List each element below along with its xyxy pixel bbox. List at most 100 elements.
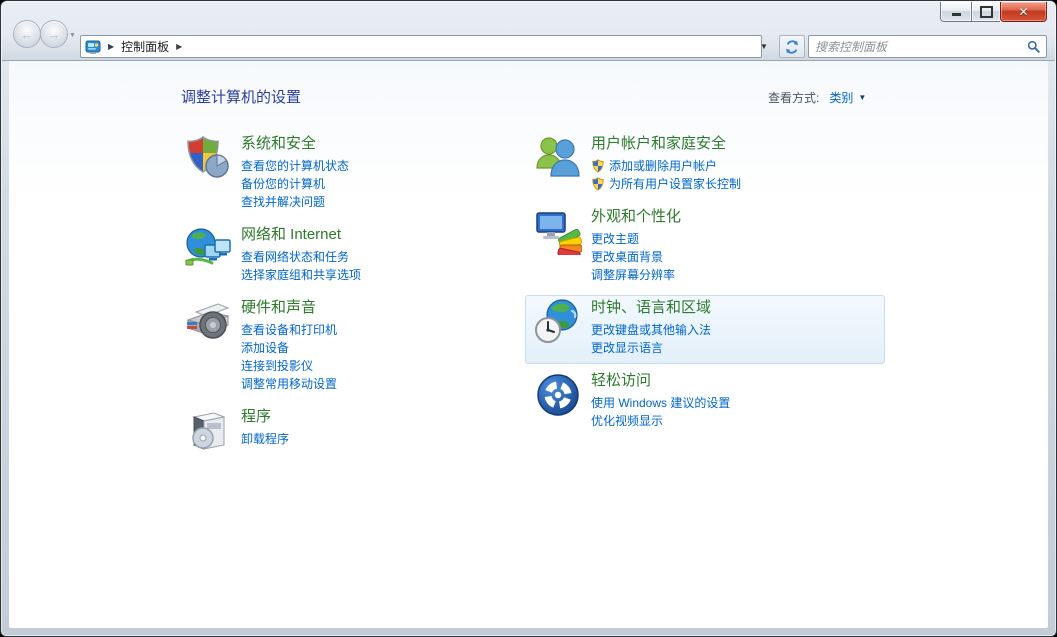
search-input[interactable] — [809, 38, 1027, 55]
list-item: 连接到投影仪 — [241, 357, 337, 375]
task-link[interactable]: 调整常用移动设置 — [241, 375, 337, 393]
forward-button[interactable]: → — [40, 20, 68, 48]
task-link[interactable]: 连接到投影仪 — [241, 357, 337, 375]
category-ease-of-access: 轻松访问 使用 Windows 建议的设置 优化视频显示 — [525, 368, 885, 437]
forward-icon: → — [48, 27, 61, 42]
left-column: 系统和安全 查看您的计算机状态 备份您的计算机 查找并解决问题 — [175, 131, 527, 466]
breadcrumb-trailing-arrow-icon[interactable]: ▶ — [176, 42, 182, 51]
maximize-icon — [980, 6, 993, 18]
recent-pages-dropdown[interactable]: ▼ — [69, 32, 76, 39]
list-item: 查看网络状态和任务 — [241, 248, 361, 266]
list-item: 调整屏幕分辨率 — [591, 266, 681, 284]
chevron-down-icon[interactable]: ▼ — [858, 93, 866, 102]
list-item: 优化视频显示 — [591, 412, 730, 430]
task-link[interactable]: 备份您的计算机 — [241, 175, 349, 193]
category-system-security: 系统和安全 查看您的计算机状态 备份您的计算机 查找并解决问题 — [175, 131, 527, 218]
control-panel-icon — [85, 39, 101, 55]
minimize-button[interactable] — [940, 2, 972, 22]
back-icon: ← — [21, 27, 34, 42]
list-item: 卸载程序 — [241, 430, 289, 448]
list-item: 为所有用户设置家长控制 — [591, 175, 741, 193]
content-area: 调整计算机的设置 查看方式: 类别 ▼ — [9, 61, 1048, 628]
category-title[interactable]: 轻松访问 — [591, 371, 651, 391]
task-link[interactable]: 选择家庭组和共享选项 — [241, 266, 361, 284]
task-link[interactable]: 查看设备和打印机 — [241, 321, 337, 339]
hardware-sound-icon[interactable] — [184, 298, 232, 346]
uac-shield-icon — [591, 177, 605, 191]
uac-shield-icon — [591, 159, 605, 173]
task-link[interactable]: 查找并解决问题 — [241, 193, 349, 211]
title-bar[interactable]: ✕ — [1, 1, 1056, 32]
task-link[interactable]: 查看网络状态和任务 — [241, 248, 361, 266]
task-link[interactable]: 使用 Windows 建议的设置 — [591, 394, 730, 412]
address-dropdown-icon[interactable]: ▼ — [760, 42, 768, 51]
category-title[interactable]: 程序 — [241, 407, 271, 427]
view-by-label: 查看方式: — [768, 89, 819, 106]
view-by-control: 查看方式: 类别 ▼ — [768, 89, 866, 106]
list-item: 查看您的计算机状态 — [241, 157, 349, 175]
search-icon[interactable] — [1027, 40, 1040, 53]
ease-of-access-icon[interactable] — [534, 371, 582, 419]
network-internet-icon[interactable] — [184, 225, 232, 273]
breadcrumb[interactable]: ▶ 控制面板 ▶ — [80, 35, 762, 58]
category-title[interactable]: 外观和个性化 — [591, 207, 681, 227]
breadcrumb-item-control-panel[interactable]: 控制面板 — [121, 38, 169, 55]
category-programs: 程序 卸载程序 — [175, 404, 527, 462]
maximize-button[interactable] — [972, 2, 1000, 22]
category-title[interactable]: 时钟、语言和区域 — [591, 298, 711, 318]
minimize-icon — [952, 13, 961, 16]
window-controls: ✕ — [940, 2, 1047, 22]
task-link-label: 添加或删除用户帐户 — [609, 157, 717, 175]
category-network-internet: 网络和 Internet 查看网络状态和任务 选择家庭组和共享选项 — [175, 222, 527, 291]
list-item: 查找并解决问题 — [241, 193, 349, 211]
task-link[interactable]: 更改键盘或其他输入法 — [591, 321, 711, 339]
task-link[interactable]: 为所有用户设置家长控制 — [591, 175, 741, 193]
screenshot: ✕ ← → ▼ ▶ 控制面板 ▶ ▼ — [0, 0, 1057, 637]
close-button[interactable]: ✕ — [1000, 2, 1047, 22]
task-link[interactable]: 更改桌面背景 — [591, 248, 681, 266]
category-title[interactable]: 系统和安全 — [241, 134, 316, 154]
category-hardware-sound: 硬件和声音 查看设备和打印机 添加设备 连接到投影仪 调整常用移动设置 — [175, 295, 527, 400]
task-link[interactable]: 添加或删除用户帐户 — [591, 157, 741, 175]
list-item: 调整常用移动设置 — [241, 375, 337, 393]
close-icon: ✕ — [1018, 6, 1028, 18]
clock-language-region-icon[interactable] — [534, 298, 582, 346]
navigation-toolbar: ← → ▼ ▶ 控制面板 ▶ ▼ — [2, 32, 1055, 61]
category-clock-language-region[interactable]: 时钟、语言和区域 更改键盘或其他输入法 更改显示语言 — [525, 295, 885, 364]
task-link[interactable]: 更改显示语言 — [591, 339, 711, 357]
list-item: 更改键盘或其他输入法 — [591, 321, 711, 339]
task-link[interactable]: 卸载程序 — [241, 430, 289, 448]
page-title: 调整计算机的设置 — [181, 86, 301, 107]
list-item: 选择家庭组和共享选项 — [241, 266, 361, 284]
list-item: 添加或删除用户帐户 — [591, 157, 741, 175]
refresh-button[interactable] — [779, 35, 805, 58]
list-item: 备份您的计算机 — [241, 175, 349, 193]
list-item: 使用 Windows 建议的设置 — [591, 394, 730, 412]
task-link[interactable]: 更改主题 — [591, 230, 681, 248]
category-appearance-personalization: 外观和个性化 更改主题 更改桌面背景 调整屏幕分辨率 — [525, 204, 885, 291]
list-item: 更改显示语言 — [591, 339, 711, 357]
list-item: 添加设备 — [241, 339, 337, 357]
right-column: 用户帐户和家庭安全 — [525, 131, 885, 441]
task-link[interactable]: 调整屏幕分辨率 — [591, 266, 681, 284]
task-link-label: 为所有用户设置家长控制 — [609, 175, 741, 193]
breadcrumb-arrow-icon[interactable]: ▶ — [108, 42, 114, 51]
list-item: 更改主题 — [591, 230, 681, 248]
view-by-value[interactable]: 类别 — [829, 89, 853, 106]
list-item: 查看设备和打印机 — [241, 321, 337, 339]
refresh-icon — [785, 40, 799, 54]
programs-icon[interactable] — [184, 407, 232, 455]
search-box — [808, 35, 1047, 58]
appearance-icon[interactable] — [534, 207, 582, 255]
system-security-icon[interactable] — [184, 134, 232, 182]
user-accounts-icon[interactable] — [534, 134, 582, 182]
category-title[interactable]: 网络和 Internet — [241, 225, 341, 245]
task-link[interactable]: 优化视频显示 — [591, 412, 730, 430]
category-title[interactable]: 用户帐户和家庭安全 — [591, 134, 726, 154]
list-item: 更改桌面背景 — [591, 248, 681, 266]
task-link[interactable]: 添加设备 — [241, 339, 337, 357]
category-title[interactable]: 硬件和声音 — [241, 298, 316, 318]
back-button[interactable]: ← — [13, 20, 41, 48]
task-link[interactable]: 查看您的计算机状态 — [241, 157, 349, 175]
category-user-accounts: 用户帐户和家庭安全 — [525, 131, 885, 200]
